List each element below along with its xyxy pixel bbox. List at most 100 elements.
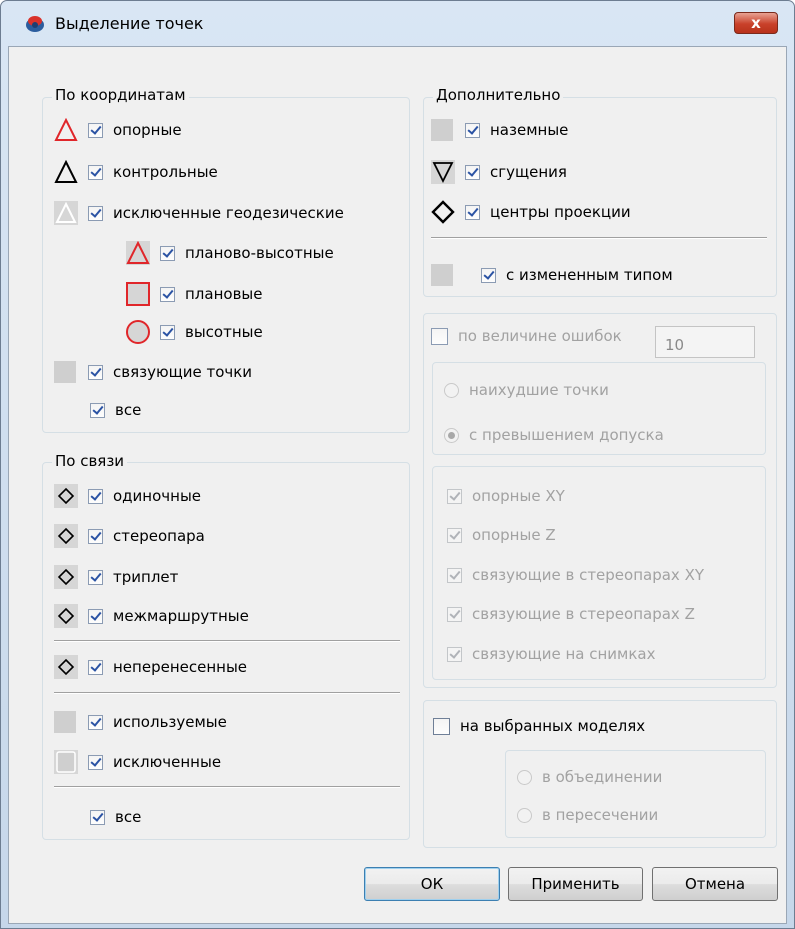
checkbox[interactable] <box>88 528 103 544</box>
checkbox[interactable] <box>88 569 103 585</box>
errors-row-tie-stereo-z[interactable]: связующие в стереопарах Z <box>447 601 695 627</box>
coord-row-plan-height[interactable]: планово-высотные <box>126 240 334 266</box>
checkbox[interactable] <box>447 567 462 583</box>
inverted-triangle-icon <box>431 160 455 184</box>
link-row-all[interactable]: все <box>90 804 141 830</box>
errors-checkbox[interactable] <box>431 327 448 345</box>
union-radio[interactable] <box>517 769 532 785</box>
checkbox-label: планово-высотные <box>185 244 334 262</box>
checkbox[interactable] <box>88 205 103 221</box>
coord-row-excluded-geodetic[interactable]: исключенные геодезические <box>54 200 344 226</box>
diamond-grey-icon <box>54 604 78 628</box>
checkbox[interactable] <box>465 204 480 220</box>
intersection-row[interactable]: в пересечении <box>517 802 658 828</box>
separator <box>54 786 400 788</box>
errors-label: по величине ошибок <box>458 327 622 345</box>
link-row-triplet[interactable]: триплет <box>54 564 178 590</box>
checkbox[interactable] <box>481 267 496 283</box>
coord-row-control[interactable]: контрольные <box>54 159 218 185</box>
checkbox-label: центры проекции <box>490 203 631 221</box>
errors-row-tie-images[interactable]: связующие на снимках <box>447 641 655 667</box>
grey-triangle-icon <box>54 201 78 225</box>
checkbox[interactable] <box>447 527 462 543</box>
checkbox[interactable] <box>465 122 480 138</box>
close-icon: x <box>751 14 761 32</box>
grey-square-icon <box>431 119 453 141</box>
group-additional-title: Дополнительно <box>433 86 564 104</box>
add-row-ground[interactable]: наземные <box>431 117 568 143</box>
checkbox[interactable] <box>88 659 103 675</box>
tolerance-row[interactable]: с превышением допуска <box>444 422 664 448</box>
coord-row-plan[interactable]: плановые <box>126 281 262 307</box>
diamond-grey-icon <box>54 524 78 548</box>
checkbox[interactable] <box>88 164 103 180</box>
union-row[interactable]: в объединении <box>517 764 662 790</box>
coord-row-height[interactable]: высотные <box>126 319 263 345</box>
checkbox-label: опорные Z <box>472 526 556 544</box>
checkbox[interactable] <box>88 714 103 730</box>
checkbox[interactable] <box>88 608 103 624</box>
apply-button[interactable]: Применить <box>508 867 643 901</box>
tolerance-radio[interactable] <box>444 427 459 443</box>
app-icon <box>25 14 45 34</box>
cancel-button[interactable]: Отмена <box>652 867 778 901</box>
worst-points-label: наихудшие точки <box>469 381 609 399</box>
coord-row-reference[interactable]: опорные <box>54 117 182 143</box>
checkbox[interactable] <box>447 606 462 622</box>
red-circle-icon <box>126 320 150 344</box>
add-row-densification[interactable]: сгущения <box>431 159 567 185</box>
checkbox[interactable] <box>88 122 103 138</box>
ok-button[interactable]: ОК <box>364 867 500 901</box>
grey-square-icon <box>54 711 76 733</box>
models-checkbox[interactable] <box>433 717 450 735</box>
link-row-single[interactable]: одиночные <box>54 483 201 509</box>
checkbox-label: одиночные <box>113 487 202 505</box>
worst-points-radio[interactable] <box>444 382 459 398</box>
checkbox-label: используемые <box>113 713 227 731</box>
add-row-changed-type[interactable]: с измененным типом <box>431 262 673 288</box>
checkbox-label: межмаршрутные <box>113 607 249 625</box>
coord-row-tie-points[interactable]: связующие точки <box>54 359 252 385</box>
group-by-link <box>42 462 410 840</box>
checkbox[interactable] <box>90 402 105 418</box>
errors-row-tie-stereo-xy[interactable]: связующие в стереопарах XY <box>447 562 704 588</box>
models-label: на выбранных моделях <box>460 717 646 735</box>
errors-row-ref-xy[interactable]: опорные XY <box>447 483 565 509</box>
link-row-excluded[interactable]: исключенные <box>54 749 221 775</box>
checkbox[interactable] <box>447 646 462 662</box>
grey-rounded-square-icon <box>54 750 78 774</box>
checkbox[interactable] <box>88 488 103 504</box>
checkbox-label: связующие точки <box>113 363 253 381</box>
link-row-stereopair[interactable]: стереопара <box>54 523 205 549</box>
checkbox[interactable] <box>465 164 480 180</box>
link-row-interstrip[interactable]: межмаршрутные <box>54 603 249 629</box>
link-row-not-transferred[interactable]: неперенесенные <box>54 654 247 680</box>
checkbox[interactable] <box>90 809 105 825</box>
group-by-link-title: По связи <box>52 452 128 470</box>
checkbox-label: с измененным типом <box>506 266 673 284</box>
close-button[interactable]: x <box>734 12 778 34</box>
checkbox[interactable] <box>160 324 175 340</box>
intersection-radio[interactable] <box>517 807 532 823</box>
checkbox[interactable] <box>88 754 103 770</box>
checkbox[interactable] <box>160 286 175 302</box>
coord-row-all[interactable]: все <box>90 397 141 423</box>
errors-toggle-row[interactable]: по величине ошибок <box>431 323 622 349</box>
worst-points-count-input[interactable]: 10 <box>655 326 755 358</box>
checkbox-label: все <box>115 401 142 419</box>
checkbox-label: связующие в стереопарах XY <box>472 566 705 584</box>
checkbox-label: исключенные геодезические <box>113 204 344 222</box>
checkbox[interactable] <box>88 364 103 380</box>
red-triangle-grey-icon <box>126 241 150 265</box>
checkbox-label: опорные <box>113 121 182 139</box>
add-row-projection-centers[interactable]: центры проекции <box>431 199 631 225</box>
checkbox[interactable] <box>447 488 462 504</box>
worst-points-row[interactable]: наихудшие точки <box>444 377 609 403</box>
intersection-label: в пересечении <box>542 806 659 824</box>
separator <box>431 237 767 239</box>
checkbox[interactable] <box>160 245 175 261</box>
link-row-used[interactable]: используемые <box>54 709 227 735</box>
models-toggle-row[interactable]: на выбранных моделях <box>433 713 645 739</box>
errors-row-ref-z[interactable]: опорные Z <box>447 522 556 548</box>
title-bar[interactable]: Выделение точек x <box>1 1 794 47</box>
